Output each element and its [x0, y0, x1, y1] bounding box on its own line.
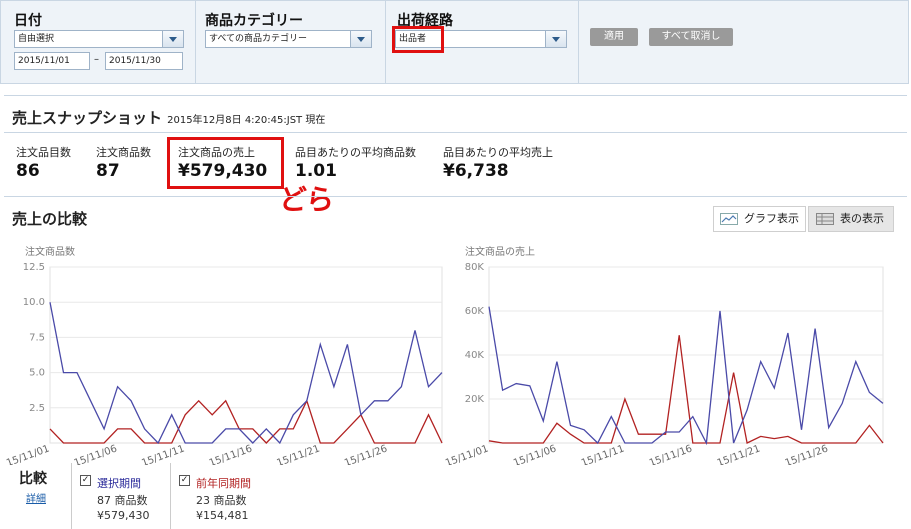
metric-label-order-lines: 注文品目数: [16, 146, 71, 159]
table-view-label: 表の表示: [840, 212, 884, 225]
x-tick-label: 15/11/11: [140, 443, 186, 465]
snapshot-title: 売上スナップショット: [12, 109, 163, 127]
annotation-text: どら: [279, 183, 334, 216]
graph-view-toggle[interactable]: グラフ表示: [713, 206, 806, 232]
chevron-down-icon: [350, 31, 371, 47]
x-tick-label: 15/11/21: [275, 443, 321, 465]
y-tick-label: 80K: [465, 262, 485, 273]
y-tick-label: 7.5: [29, 332, 45, 343]
current-period-name: 選択期間: [97, 477, 141, 490]
x-tick-label: 15/11/11: [580, 443, 626, 465]
category-select[interactable]: すべての商品カテゴリー: [205, 30, 372, 48]
chevron-down-icon: [162, 31, 183, 47]
x-tick-label: 15/11/01: [444, 443, 490, 465]
x-tick-label: 15/11/01: [5, 443, 51, 465]
y-tick-label: 20K: [465, 394, 485, 405]
metric-label-avg-sales: 品目あたりの平均売上: [443, 146, 553, 159]
highlight-channel-box: [392, 26, 444, 53]
x-tick-label: 15/11/06: [512, 443, 558, 465]
apply-button[interactable]: 適用: [590, 28, 638, 46]
y-tick-label: 12.5: [23, 262, 45, 273]
x-tick-label: 15/11/16: [208, 443, 254, 465]
metric-label-avg-units: 品目あたりの平均商品数: [295, 146, 416, 159]
comparison-title: 売上の比較: [12, 210, 88, 228]
details-link[interactable]: 詳細: [26, 490, 46, 505]
line-chart-icon: [720, 213, 738, 225]
y-tick-label: 10.0: [23, 297, 45, 308]
y-tick-label: 2.5: [29, 403, 45, 414]
category-filter-section: 商品カテゴリー すべての商品カテゴリー: [196, 1, 386, 84]
x-tick-label: 15/11/26: [343, 443, 389, 465]
category-select-value: すべての商品カテゴリー: [209, 34, 308, 44]
plot-area: [49, 266, 443, 444]
date-label: 日付: [14, 13, 42, 29]
sales-chart: 20K 40K 60K 80K 15/11/01 15/11/06 15/11/11 15/1…: [444, 262, 884, 465]
metric-value-order-lines: 86: [16, 161, 40, 181]
divider: [4, 196, 907, 197]
x-tick-label: 15/11/06: [73, 443, 119, 465]
graph-view-label: グラフ表示: [744, 212, 799, 225]
metric-value-avg-sales: ¥6,738: [443, 161, 509, 181]
filter-bar: 日付 自由選択 2015/11/01 – 2015/11/30 商品カテゴリー …: [0, 0, 909, 84]
divider: [4, 95, 907, 96]
date-filter-section: 日付 自由選択 2015/11/01 – 2015/11/30: [1, 1, 196, 84]
legend-title: 比較: [19, 471, 47, 487]
snapshot-timestamp: 2015年12月8日 4:20:45:JST 現在: [167, 115, 326, 126]
current-period-sales: ¥579,430: [97, 509, 150, 522]
divider: [4, 132, 907, 133]
legend-current: ✓ 選択期間 87 商品数 ¥579,430: [71, 463, 174, 529]
x-tick-label: 15/11/16: [648, 443, 694, 465]
x-tick-label: 15/11/21: [716, 443, 762, 465]
y-tick-label: 40K: [465, 350, 485, 361]
current-period-checkbox[interactable]: ✓: [80, 475, 91, 486]
snapshot-header: 売上スナップショット 2015年12月8日 4:20:45:JST 現在: [12, 107, 325, 128]
comparison-charts: 2.5 5.0 7.5 10.0 12.5 15/11/01 15/11/06 15/11/1…: [5, 262, 884, 465]
date-separator: –: [94, 54, 99, 65]
date-from-input[interactable]: 2015/11/01: [14, 52, 90, 70]
metric-value-units: 87: [96, 161, 120, 181]
date-to-input[interactable]: 2015/11/30: [105, 52, 183, 70]
table-icon: [816, 213, 834, 225]
previous-period-checkbox[interactable]: ✓: [179, 475, 190, 486]
x-tick-label: 15/11/26: [784, 443, 830, 465]
previous-period-name: 前年同期間: [196, 477, 251, 490]
highlight-sales-box: [167, 137, 284, 189]
metric-label-units: 注文商品数: [96, 146, 151, 159]
table-view-toggle[interactable]: 表の表示: [808, 206, 894, 232]
legend-previous: ✓ 前年同期間 23 商品数 ¥154,481: [170, 463, 273, 529]
clear-all-button[interactable]: すべて取消し: [649, 28, 733, 46]
category-label: 商品カテゴリー: [205, 13, 303, 29]
previous-period-sales: ¥154,481: [196, 509, 249, 522]
units-chart: 2.5 5.0 7.5 10.0 12.5 15/11/01 15/11/06 15/11/1…: [5, 262, 443, 465]
chevron-down-icon: [545, 31, 566, 47]
date-range-select[interactable]: 自由選択: [14, 30, 184, 48]
previous-period-units: 23 商品数: [196, 494, 247, 507]
date-range-select-value: 自由選択: [18, 34, 55, 44]
y-tick-label: 60K: [465, 306, 485, 317]
current-period-units: 87 商品数: [97, 494, 148, 507]
y-tick-label: 5.0: [29, 368, 45, 379]
